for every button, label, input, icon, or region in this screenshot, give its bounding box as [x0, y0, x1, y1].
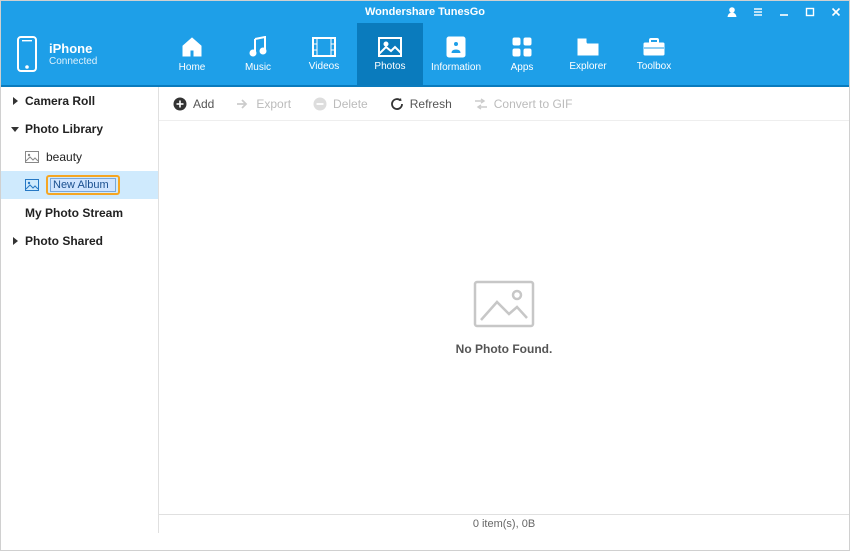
phone-icon [15, 36, 39, 72]
body: Camera Roll Photo Library beauty My Phot… [1, 87, 849, 533]
plus-icon [173, 97, 187, 111]
export-label: Export [256, 97, 291, 111]
tab-information[interactable]: Information [423, 23, 489, 85]
empty-message: No Photo Found. [456, 342, 553, 356]
tab-home[interactable]: Home [159, 23, 225, 85]
sidebar-photo-shared-label: Photo Shared [25, 234, 103, 248]
sidebar-item-new-album[interactable] [1, 171, 158, 199]
status-bar: 0 item(s), 0B [159, 515, 849, 533]
sidebar-photo-library-label: Photo Library [25, 122, 103, 136]
picture-icon [25, 179, 39, 191]
device-name: iPhone [49, 41, 97, 56]
content-area: No Photo Found. [159, 121, 849, 515]
sidebar-item-camera-roll[interactable]: Camera Roll [1, 87, 158, 115]
title-bar: Wondershare TunesGo [1, 1, 849, 23]
photos-icon [378, 37, 402, 57]
tab-explorer-label: Explorer [569, 61, 606, 72]
sidebar-item-photo-shared[interactable]: Photo Shared [1, 227, 158, 255]
chevron-down-icon [11, 126, 19, 133]
tab-apps[interactable]: Apps [489, 23, 555, 85]
sidebar-beauty-label: beauty [46, 150, 82, 164]
picture-icon [25, 151, 39, 163]
tab-photos[interactable]: Photos [357, 23, 423, 85]
add-label: Add [193, 97, 214, 111]
sidebar: Camera Roll Photo Library beauty My Phot… [1, 87, 159, 533]
explorer-icon [576, 37, 600, 57]
convert-label: Convert to GIF [494, 97, 573, 111]
top-nav: iPhone Connected Home Music Videos Photo… [1, 23, 849, 85]
close-button[interactable] [823, 1, 849, 23]
app-title: Wondershare TunesGo [365, 6, 485, 18]
maximize-button[interactable] [797, 1, 823, 23]
sidebar-item-my-photo-stream[interactable]: My Photo Stream [1, 199, 158, 227]
information-icon [445, 36, 467, 58]
sidebar-my-photo-stream-label: My Photo Stream [25, 206, 123, 220]
album-name-input[interactable] [50, 178, 116, 192]
tab-videos[interactable]: Videos [291, 23, 357, 85]
device-box[interactable]: iPhone Connected [1, 23, 159, 85]
tab-home-label: Home [179, 62, 206, 73]
status-text: 0 item(s), 0B [473, 518, 535, 530]
sidebar-item-beauty[interactable]: beauty [1, 143, 158, 171]
toolbar: Add Export Delete Refresh Convert to GIF [159, 87, 849, 121]
toolbox-icon [642, 37, 666, 57]
tab-toolbox-label: Toolbox [637, 61, 671, 72]
tab-music[interactable]: Music [225, 23, 291, 85]
nav-tabs: Home Music Videos Photos Information App… [159, 23, 849, 85]
export-button: Export [236, 97, 291, 111]
chevron-right-icon [11, 97, 19, 105]
sidebar-camera-roll-label: Camera Roll [25, 94, 95, 108]
device-status: Connected [49, 56, 97, 67]
refresh-label: Refresh [410, 97, 452, 111]
sidebar-item-photo-library[interactable]: Photo Library [1, 115, 158, 143]
menu-icon[interactable] [745, 1, 771, 23]
refresh-button[interactable]: Refresh [390, 97, 452, 111]
videos-icon [312, 37, 336, 57]
tab-information-label: Information [431, 62, 481, 73]
user-icon[interactable] [719, 1, 745, 23]
tab-music-label: Music [245, 62, 271, 73]
refresh-icon [390, 97, 404, 111]
tab-toolbox[interactable]: Toolbox [621, 23, 687, 85]
delete-button: Delete [313, 97, 368, 111]
delete-icon [313, 97, 327, 111]
music-icon [247, 36, 269, 58]
tab-apps-label: Apps [511, 62, 534, 73]
delete-label: Delete [333, 97, 368, 111]
add-button[interactable]: Add [173, 97, 214, 111]
tab-photos-label: Photos [374, 61, 405, 72]
apps-icon [511, 36, 533, 58]
convert-button: Convert to GIF [474, 97, 573, 111]
tab-explorer[interactable]: Explorer [555, 23, 621, 85]
window-controls [719, 1, 849, 23]
convert-icon [474, 98, 488, 110]
tab-videos-label: Videos [309, 61, 339, 72]
home-icon [180, 36, 204, 58]
album-name-edit-wrap [46, 175, 120, 195]
chevron-right-icon [11, 237, 19, 245]
main: Add Export Delete Refresh Convert to GIF [159, 87, 849, 533]
empty-photo-icon [473, 280, 535, 328]
export-icon [236, 98, 250, 110]
minimize-button[interactable] [771, 1, 797, 23]
